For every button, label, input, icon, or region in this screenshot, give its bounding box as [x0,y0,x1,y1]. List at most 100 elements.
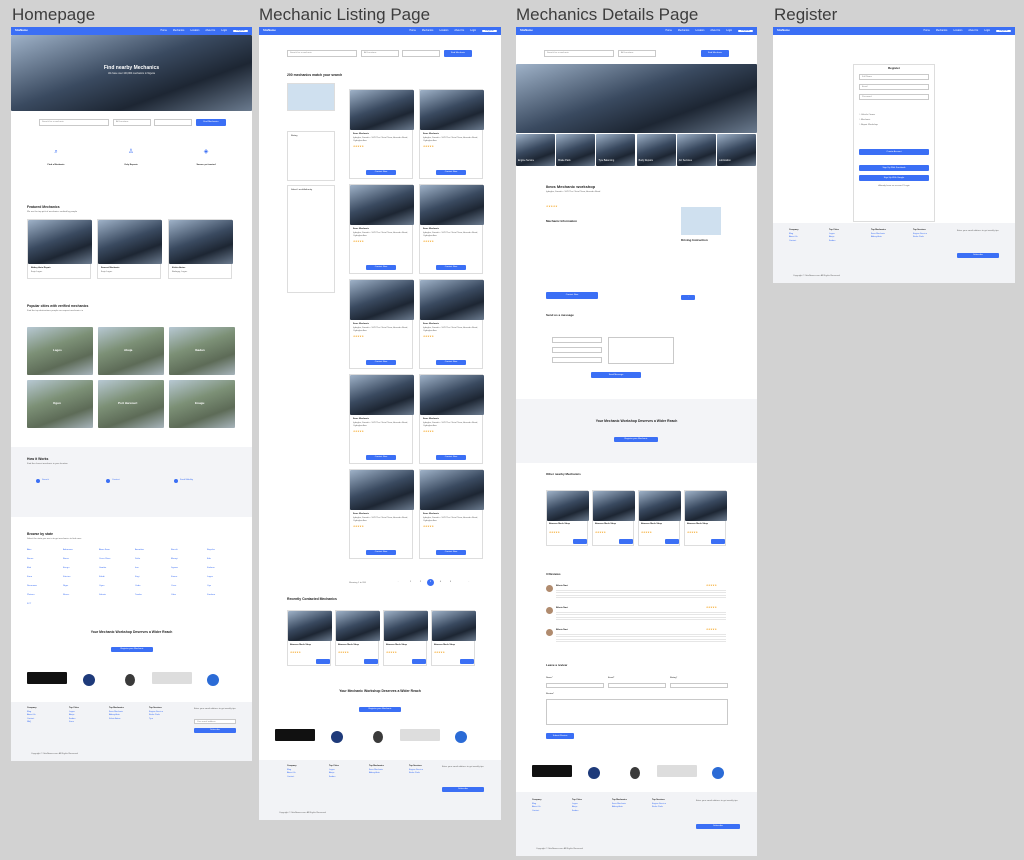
message-name[interactable] [552,337,602,343]
state-link[interactable]: Ebonyi [171,558,178,561]
subscribe-button[interactable]: Subscribe [696,824,740,829]
review-textarea[interactable] [546,699,728,725]
subscribe-button[interactable]: Subscribe [194,728,236,733]
service-thumbnail[interactable]: Engine Service [516,134,555,166]
city-card[interactable]: Ogun [27,380,93,428]
state-link[interactable]: Borno [63,558,69,561]
nav-home[interactable]: Home [410,29,416,33]
state-link[interactable]: Osun [171,585,176,588]
state-link[interactable]: Taraba [135,594,142,597]
mechanic-card[interactable]: Ibros Mechanic Igbogbo, Ikorodu - 10/9 Th… [349,469,414,559]
nav-mechanics[interactable]: Mechanics [936,29,947,33]
nav-home[interactable]: Home [161,29,167,33]
nav-location[interactable]: Location [953,29,962,33]
search-input[interactable]: Search for a mechanic [39,119,109,126]
nav-login[interactable]: Login [984,29,990,33]
state-link[interactable]: Ondo [135,585,140,588]
state-link[interactable]: Bauchi [171,549,178,552]
nav-home[interactable]: Home [666,29,672,33]
city-card[interactable]: Abuja [98,327,164,375]
contact-button[interactable] [316,659,330,664]
mechanic-card[interactable]: Ibros Mechanic Igbogbo, Ikorodu - 10/9 Th… [349,184,414,274]
role-option[interactable]: ○ Vehicle Owner [859,114,875,117]
mechanic-card[interactable]: Ibros Mechanic Igbogbo, Ikorodu - 10/9 Th… [349,279,414,369]
login-prompt[interactable]: Already have an account? Login [853,185,935,188]
state-link[interactable]: Akwa Ibom [99,549,110,552]
mechanic-card[interactable]: Ibros Mechanic Igbogbo, Ikorodu - 10/9 Th… [349,374,414,464]
state-link[interactable]: Ogun [99,585,104,588]
role-option[interactable]: ○ Mechanic [859,119,870,122]
other-mechanic-card[interactable]: Akanmu Mech Shop ★★★★★ [592,490,635,546]
search-input[interactable]: Search for a mechanic [544,50,614,57]
get-direction-button[interactable]: → [681,295,695,300]
nav-about[interactable]: About Us [968,29,978,33]
contact-button[interactable] [573,539,587,544]
register-mechanic-button[interactable]: Register your Mechanic [359,707,401,712]
state-link[interactable]: Kaduna [207,567,215,570]
location-select[interactable]: All Locations [113,119,151,126]
state-link[interactable]: Niger [63,585,68,588]
contact-now-button[interactable]: Contact Now [366,265,396,270]
facebook-signup-button[interactable]: Sign Up With Facebook [859,165,929,171]
create-account-button[interactable]: Create Account [859,149,929,155]
state-link[interactable]: Kwara [171,576,177,579]
recent-card[interactable]: Akanmu Mech Shop ★★★★★ [335,610,380,666]
recent-card[interactable]: Akanmu Mech Shop ★★★★★ [383,610,428,666]
state-link[interactable]: Oyo [207,585,211,588]
other-mechanic-card[interactable]: Akanmu Mech Shop ★★★★★ [638,490,681,546]
nav-register-button[interactable]: Register [482,29,497,33]
page-button[interactable]: 3 [427,579,434,586]
service-thumbnail[interactable]: Brake Pads [556,134,596,166]
message-body[interactable] [608,337,674,364]
service-thumbnail[interactable]: Body Repairs [636,134,676,166]
state-link[interactable]: Plateau [27,594,34,597]
search-input[interactable]: Search for a mechanic [287,50,357,57]
state-link[interactable]: FCT [27,603,31,606]
nav-login[interactable]: Login [726,29,732,33]
location-select[interactable]: All Locations [618,50,656,57]
map-preview[interactable] [681,207,721,235]
other-mechanic-card[interactable]: Akanmu Mech Shop ★★★★★ [546,490,589,546]
page-button[interactable]: 5 [447,579,454,586]
register-mechanic-button[interactable]: Register your Mechanic [111,647,153,652]
state-link[interactable]: Gombe [99,567,106,570]
nav-about[interactable]: About Us [710,29,720,33]
nav-register-button[interactable]: Register [738,29,753,33]
nav-home[interactable]: Home [924,29,930,33]
page-button[interactable]: 2 [417,579,424,586]
find-mechanics-button[interactable]: Find Mechanics [196,119,226,126]
prev-page-button[interactable]: ← [395,579,402,586]
service-thumbnail[interactable]: Lubrication [717,134,756,166]
featured-card[interactable]: Kelvin Autos Badagry, Lagos [168,219,233,279]
contact-now-button[interactable]: Contact Now [366,455,396,460]
state-link[interactable]: Katsina [63,576,70,579]
featured-card[interactable]: Ibrosmi Mechanic Ikeja Lagos [97,219,162,279]
email-input[interactable]: Email [859,84,929,90]
state-link[interactable]: Rivers [63,594,69,597]
category-select[interactable] [402,50,440,57]
contact-button[interactable] [665,539,679,544]
role-option[interactable]: ○ Repair Workshop [859,124,878,127]
review-email-input[interactable] [608,683,666,688]
nav-login[interactable]: Login [470,29,476,33]
state-link[interactable]: Jigawa [171,567,178,570]
message-phone[interactable] [552,357,602,363]
site-logo[interactable]: SiteName [520,28,533,32]
state-link[interactable]: Kogi [135,576,139,579]
mechanic-card[interactable]: Ibros Mechanic Igbogbo, Ikorodu - 10/9 Th… [419,279,484,369]
state-link[interactable]: Kebbi [99,576,105,579]
service-thumbnail[interactable]: AC Services [676,134,716,166]
find-mechanic-button[interactable]: Find Mechanic [444,50,472,57]
contact-button[interactable] [619,539,633,544]
contact-button[interactable] [460,659,474,664]
recent-card[interactable]: Akanmu Mech Shop ★★★★★ [287,610,332,666]
state-link[interactable]: Cross River [99,558,110,561]
mechanic-card[interactable]: Ibros Mechanic Igbogbo, Ikorodu - 10/9 Th… [419,89,484,179]
city-card[interactable]: Enugu [169,380,235,428]
mechanic-card[interactable]: Ibros Mechanic Igbogbo, Ikorodu - 10/9 Th… [349,89,414,179]
nav-mechanics[interactable]: Mechanics [173,29,184,33]
service-thumbnail[interactable]: Tyre Balancing [596,134,636,166]
category-select[interactable] [154,119,192,126]
contact-button[interactable] [364,659,378,664]
nav-login[interactable]: Login [221,29,227,33]
